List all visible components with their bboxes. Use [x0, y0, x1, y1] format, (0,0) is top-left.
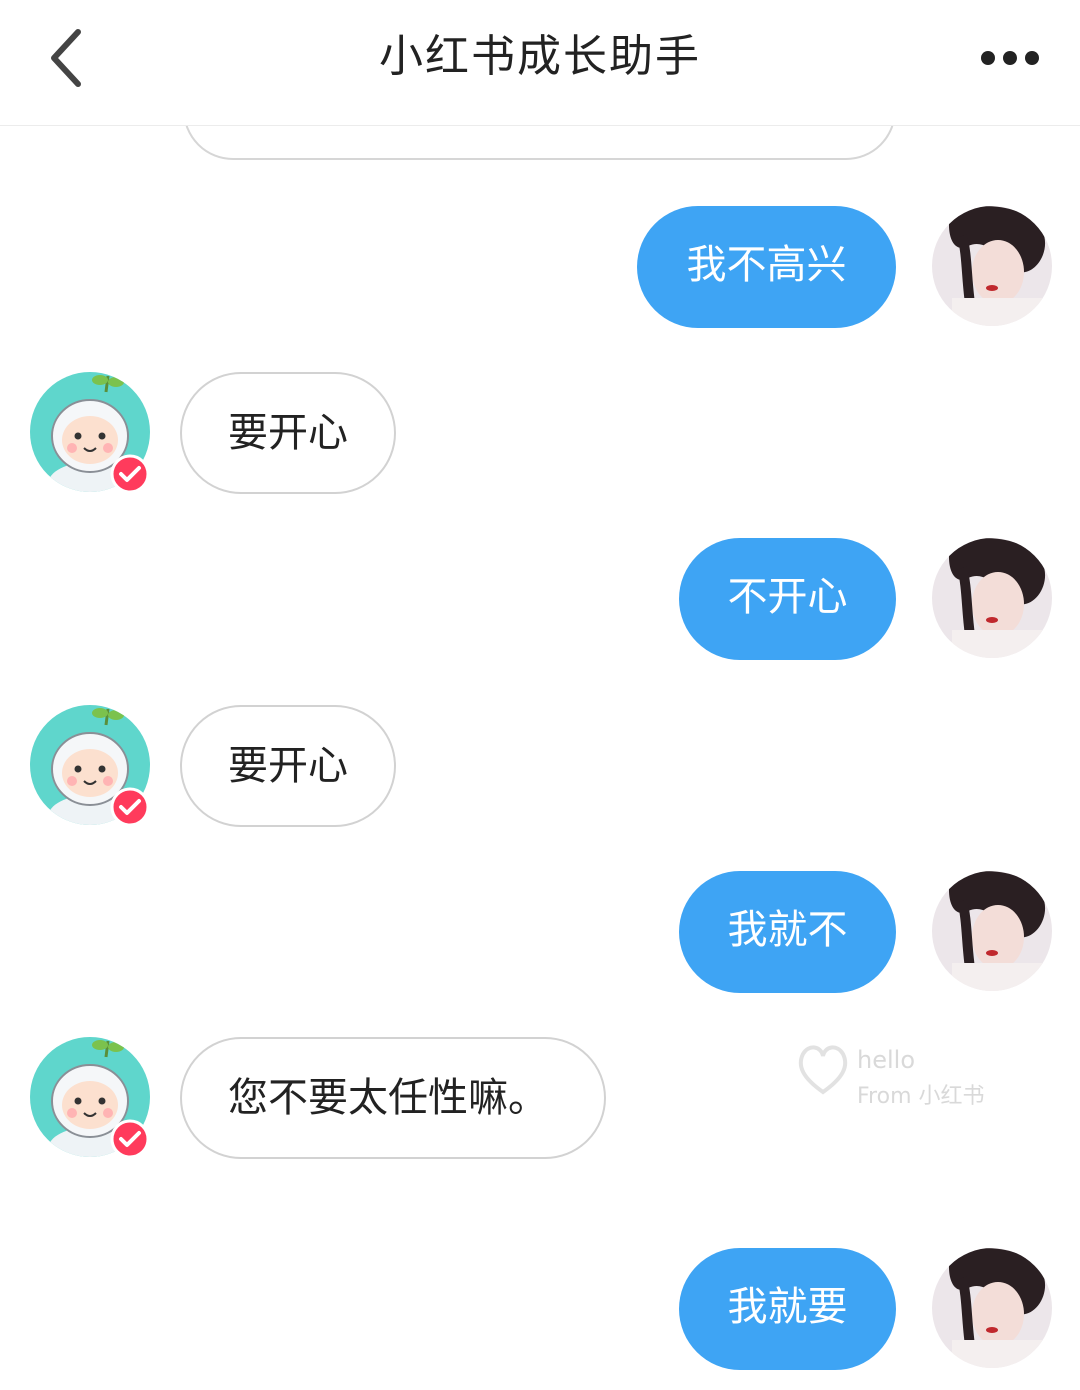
- user-avatar[interactable]: [932, 538, 1052, 658]
- more-dots-icon[interactable]: [968, 30, 1052, 86]
- user-avatar[interactable]: [932, 1248, 1052, 1368]
- message-bubble-incoming[interactable]: 要开心: [180, 705, 396, 827]
- heart-logo-icon: [798, 1045, 848, 1095]
- message-bubble-incoming[interactable]: 您不要太任性嘛。: [180, 1037, 606, 1159]
- message-bubble-outgoing[interactable]: 我就不: [679, 871, 896, 993]
- xiaohongshu-watermark: hello From 小红书: [795, 1040, 995, 1110]
- message-bubble-outgoing[interactable]: 不开心: [679, 538, 896, 660]
- message-bubble-outgoing[interactable]: 我就要: [679, 1248, 896, 1370]
- watermark-line2: From 小红书: [857, 1084, 985, 1109]
- message-bubble-incoming[interactable]: 要开心: [180, 372, 396, 494]
- chat-title: 小红书成长助手: [379, 31, 701, 82]
- message-bubble-outgoing[interactable]: 我不高兴: [637, 206, 896, 328]
- user-avatar[interactable]: [932, 206, 1052, 326]
- verified-badge-icon: [110, 787, 150, 827]
- top-nav-bar: 小红书成长助手: [0, 0, 1080, 126]
- verified-badge-icon: [110, 454, 150, 494]
- user-avatar[interactable]: [932, 871, 1052, 991]
- verified-badge-icon: [110, 1119, 150, 1159]
- watermark-line1: hello: [857, 1046, 915, 1074]
